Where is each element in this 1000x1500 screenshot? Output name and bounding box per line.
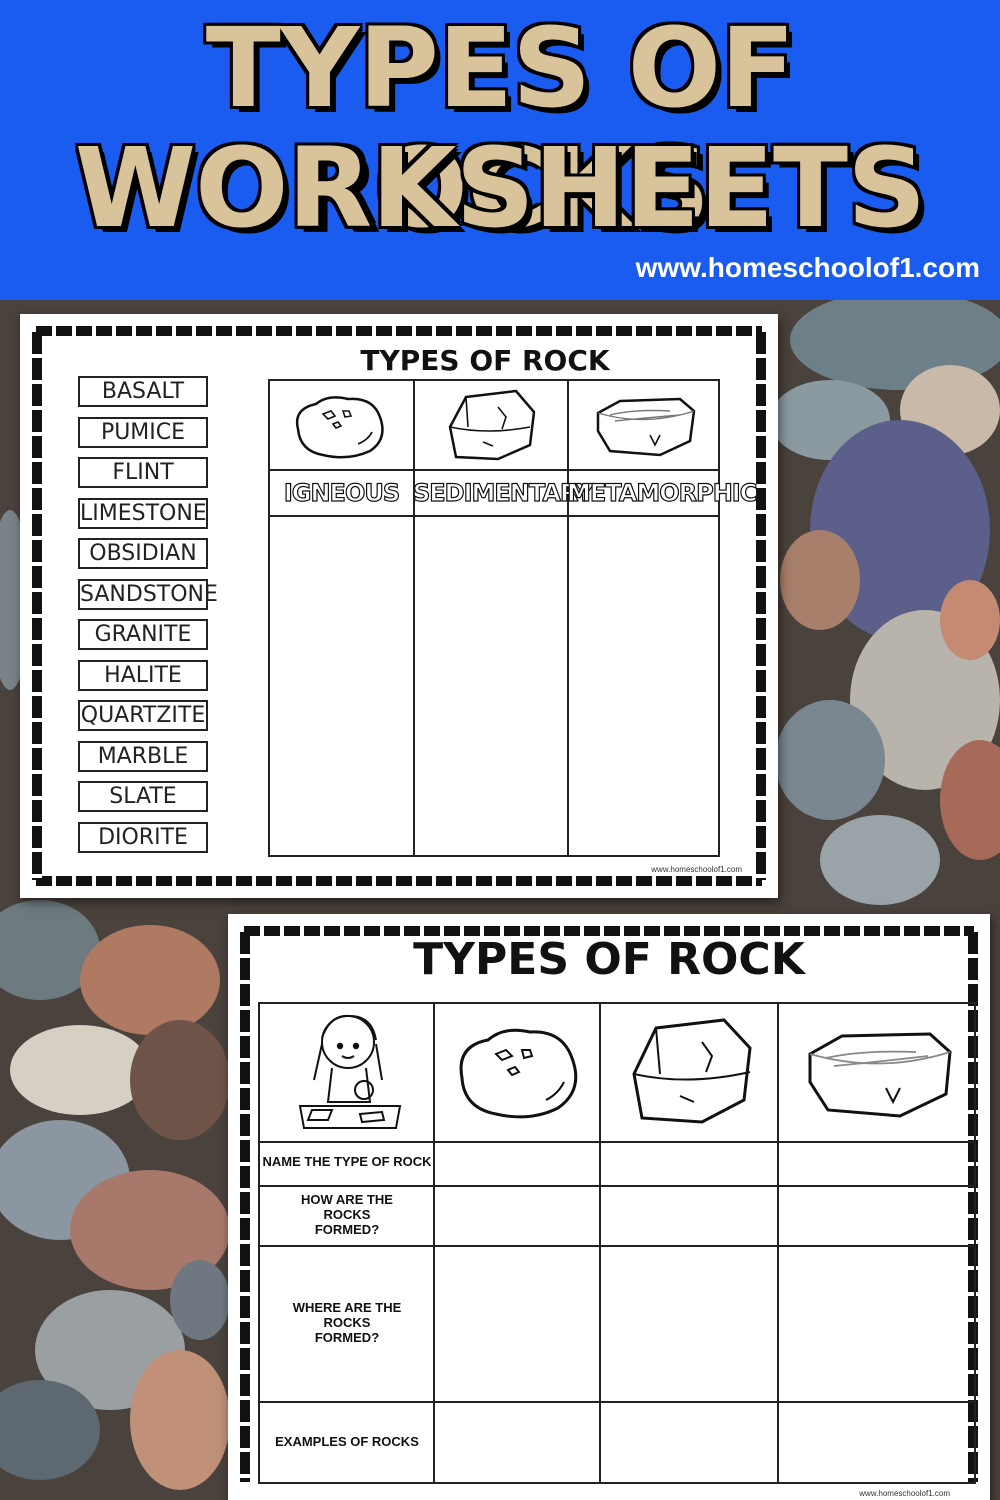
category-igneous: IGNEOUS xyxy=(283,478,400,507)
sedimentary-rock-icon xyxy=(632,1018,752,1124)
facts-table: NAME THE TYPE OF ROCK HOW ARE THE ROCKS … xyxy=(258,1002,976,1484)
metamorphic-rock-icon xyxy=(596,397,696,457)
decorative-border xyxy=(240,932,250,1482)
row-label-where: WHERE ARE THE ROCKS FORMED? xyxy=(292,1300,402,1345)
worksheet2-footer-url: www.homeschoolof1.com xyxy=(859,1489,950,1498)
igneous-rock-icon xyxy=(295,396,384,459)
rock-word-list: BASALT PUMICE FLINT LIMESTONE OBSIDIAN S… xyxy=(78,376,218,862)
word-card: HALITE xyxy=(78,659,208,691)
metamorphic-rock-icon xyxy=(808,1032,952,1118)
sedimentary-rock-icon xyxy=(448,389,536,461)
word-card: LIMESTONE xyxy=(78,497,208,529)
word-card: DIORITE xyxy=(78,821,208,853)
decorative-border xyxy=(32,332,42,880)
decorative-border xyxy=(756,332,766,880)
word-card: FLINT xyxy=(78,457,208,488)
sorting-table: IGNEOUS SEDIMENTARY METAMORPHIC xyxy=(268,379,758,857)
word-card: GRANITE xyxy=(78,619,208,650)
banner-url: www.homeschoolof1.com xyxy=(635,252,980,283)
worksheet-rock-facts: TYPES OF ROCK NAME THE TYPE OF ROCK HOW … xyxy=(228,914,990,1500)
worksheet-sort-rocks: TYPES OF ROCK BASALT PUMICE FLINT LIMEST… xyxy=(20,314,778,898)
word-card: SANDSTONE xyxy=(78,578,218,610)
word-card: BASALT xyxy=(78,376,208,407)
row-label-name: NAME THE TYPE OF ROCK xyxy=(262,1154,432,1169)
row-label-how: HOW ARE THE ROCKS FORMED? xyxy=(301,1192,393,1237)
igneous-rock-icon xyxy=(459,1028,578,1119)
word-card: SLATE xyxy=(78,781,208,812)
banner-title-line-2: WORKSHEETS xyxy=(74,124,927,252)
category-sedimentary: SEDIMENTARY xyxy=(412,478,594,507)
word-card: QUARTZITE xyxy=(78,700,208,731)
word-card: OBSIDIAN xyxy=(78,538,208,569)
decorative-border xyxy=(36,326,762,336)
row-label-examples: EXAMPLES OF ROCKS xyxy=(275,1434,419,1449)
worksheet1-footer-url: www.homeschoolof1.com xyxy=(651,865,742,874)
word-card: MARBLE xyxy=(78,740,208,772)
girl-with-magnifier-icon xyxy=(298,1014,402,1129)
title-banner: TYPES OF ROCKS WORKSHEETS www.homeschool… xyxy=(0,0,1000,300)
word-card: PUMICE xyxy=(78,416,208,448)
worksheet1-title: TYPES OF ROCK xyxy=(360,344,610,377)
category-metamorphic: METAMORPHIC xyxy=(566,478,758,507)
worksheet2-title: TYPES OF ROCK xyxy=(413,934,805,985)
decorative-border xyxy=(36,876,762,886)
